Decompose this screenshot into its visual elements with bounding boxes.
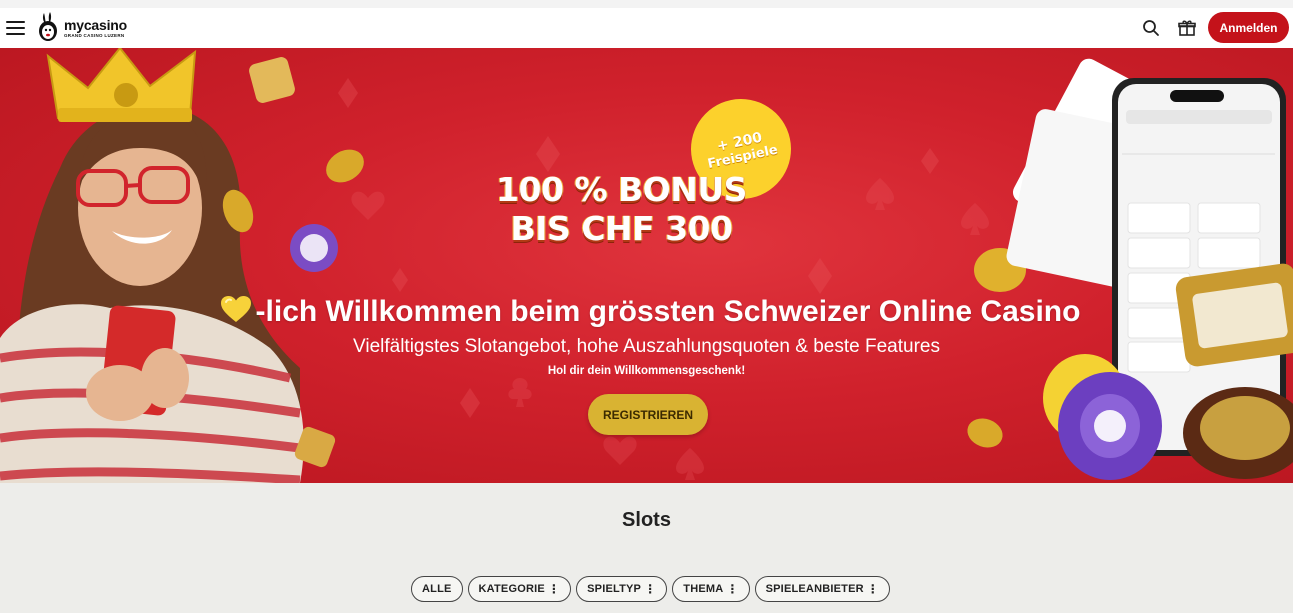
slots-filter-bar: ALLE KATEGORIE ⋮ SPIELTYP ⋮ THEMA ⋮ SPIELEA…	[411, 576, 890, 602]
bonus-headline: 100 % BONUS	[496, 170, 747, 209]
filter-chip-label: THEMA	[683, 583, 724, 595]
browser-top-strip	[0, 0, 1293, 8]
page: mycasino GRAND CASINO LUZERN Anmelden + …	[0, 0, 1293, 613]
site-header: mycasino GRAND CASINO LUZERN Anmelden	[0, 8, 1293, 48]
filter-chip-label: SPIELEANBIETER	[765, 583, 864, 595]
filter-chip-label: KATEGORIE	[478, 583, 545, 595]
filter-chip-label: ALLE	[422, 583, 452, 595]
welcome-gift-text: Hol dir dein Willkommensgeschenk!	[547, 365, 746, 377]
welcome-subline: Vielfältigstes Slotangebot, hohe Auszahl…	[353, 336, 940, 357]
filter-chip-alle[interactable]: ALLE	[411, 576, 463, 602]
login-button[interactable]: Anmelden	[1208, 12, 1289, 43]
slots-title: Slots	[622, 509, 671, 531]
more-vertical-icon: ⋮	[644, 582, 657, 596]
filter-chip-label: SPIELTYP	[587, 583, 642, 595]
search-icon[interactable]	[1141, 18, 1161, 38]
rabbit-logo-icon	[39, 12, 57, 41]
more-vertical-icon: ⋮	[866, 582, 879, 596]
menu-icon[interactable]	[6, 21, 25, 35]
heart-icon	[220, 296, 251, 322]
bonus-amount: BIS CHF 300	[510, 209, 733, 248]
site-logo[interactable]: mycasino GRAND CASINO LUZERN	[36, 11, 127, 45]
hero-banner[interactable]: + 200 Freispiele 100 % BONUS BIS CHF 300…	[0, 48, 1293, 483]
welcome-headline: -lich Willkommen beim grössten Schweizer…	[180, 295, 1120, 329]
filter-chip-kategorie[interactable]: KATEGORIE ⋮	[467, 576, 572, 602]
register-button[interactable]: REGISTRIEREN	[588, 394, 708, 435]
gift-icon[interactable]	[1177, 18, 1197, 38]
logo-subtitle: GRAND CASINO LUZERN	[64, 32, 125, 38]
more-vertical-icon: ⋮	[726, 582, 739, 596]
welcome-headline-text: -lich Willkommen beim grössten Schweizer…	[255, 295, 1081, 328]
logo-name: mycasino	[64, 16, 127, 33]
filter-chip-spieltyp[interactable]: SPIELTYP ⋮	[576, 576, 668, 602]
filter-chip-thema[interactable]: THEMA ⋮	[672, 576, 750, 602]
filter-chip-spieleanbieter[interactable]: SPIELEANBIETER ⋮	[754, 576, 890, 602]
more-vertical-icon: ⋮	[547, 582, 561, 596]
